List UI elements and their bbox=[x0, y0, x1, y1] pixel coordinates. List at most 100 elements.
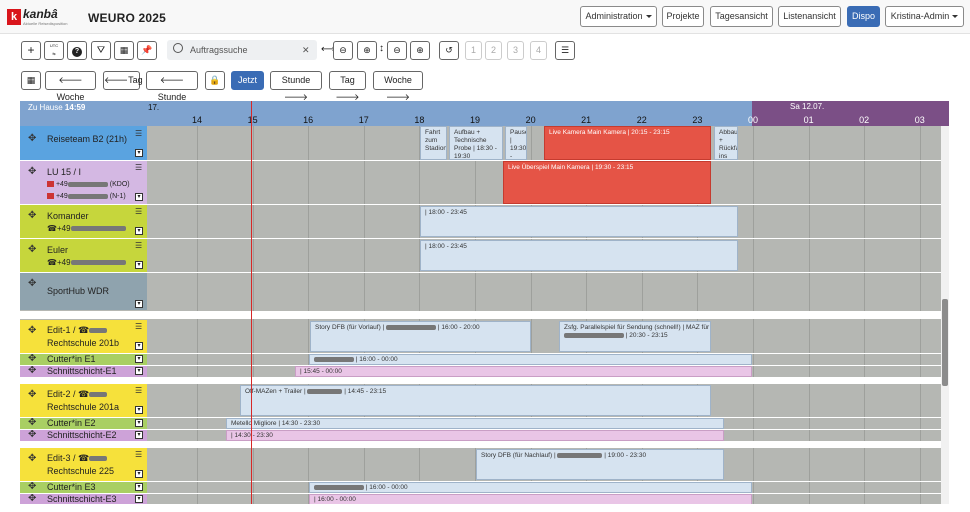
expand-icon[interactable]: ▾ bbox=[135, 342, 143, 350]
logo-icon[interactable]: k bbox=[7, 9, 21, 25]
row-label[interactable]: ✥ Euler ☎+49 ☰ ▾ bbox=[20, 239, 147, 272]
event-block[interactable]: Live Kamera Main Kamera | 20:15 - 23:15 bbox=[544, 126, 711, 160]
listenansicht-button[interactable]: Listenansicht bbox=[778, 6, 841, 27]
projekte-button[interactable]: Projekte bbox=[662, 6, 704, 27]
event-block[interactable]: Off-MAZen + Trailer | | 14:45 - 23:15 bbox=[240, 385, 711, 416]
user-menu[interactable]: Kristina-Admin bbox=[885, 6, 964, 27]
row-label[interactable]: ✥ Komander ☎+49 ☰ ▾ bbox=[20, 205, 147, 238]
event-block[interactable]: | 18:00 - 23:45 bbox=[420, 206, 738, 237]
menu-icon[interactable]: ☰ bbox=[135, 130, 143, 138]
day-2-button[interactable]: 2 bbox=[485, 41, 502, 60]
expand-icon[interactable]: ▾ bbox=[135, 193, 143, 201]
hour-forward-button[interactable]: Stunde 🡒 bbox=[270, 71, 322, 102]
menu-icon[interactable]: ☰ bbox=[135, 208, 143, 216]
expand-icon[interactable]: ▾ bbox=[135, 483, 143, 491]
add-button[interactable]: + bbox=[21, 41, 41, 60]
utc-toggle[interactable]: UTC ⇆ bbox=[44, 41, 64, 60]
event-block[interactable]: | 18:00 - 23:45 bbox=[420, 240, 738, 271]
event-block[interactable]: Story DFB (für Nachlauf) | | 19:00 - 23:… bbox=[476, 449, 724, 480]
row-label[interactable]: ✥ Schnittschicht-E2 ▾ bbox=[20, 430, 147, 441]
grid-button[interactable]: ▦ bbox=[114, 41, 134, 60]
resize-vertical-icon[interactable]: ↕ bbox=[379, 43, 384, 54]
move-icon[interactable]: ✥ bbox=[28, 454, 38, 464]
logo-text[interactable]: kanbâ bbox=[23, 7, 58, 21]
row-label[interactable]: ✥ Cutter*in E1 ▾ bbox=[20, 354, 147, 365]
move-icon[interactable]: ✥ bbox=[28, 494, 38, 504]
move-icon[interactable]: ✥ bbox=[28, 430, 38, 440]
event-block[interactable]: Fahrt zum Stadion bbox=[420, 126, 447, 160]
zoom-in-vertical-button[interactable]: ⊕ bbox=[410, 41, 430, 60]
event-block[interactable]: Zsfg. Parallelspiel für Sendung (schnell… bbox=[559, 321, 711, 352]
event-block[interactable]: Metello Migliore | 14:30 - 23:30 bbox=[226, 418, 724, 429]
now-button[interactable]: Jetzt bbox=[231, 71, 264, 90]
menu-icon[interactable]: ☰ bbox=[135, 323, 143, 331]
move-icon[interactable]: ✥ bbox=[28, 390, 38, 400]
move-icon[interactable]: ✥ bbox=[28, 211, 38, 221]
tagesansicht-button[interactable]: Tagesansicht bbox=[710, 6, 773, 27]
expand-icon[interactable]: ▾ bbox=[135, 149, 143, 157]
event-block[interactable]: Live Überspiel Main Kamera | 19:30 - 23:… bbox=[503, 161, 711, 204]
row-label[interactable]: ✥ Edit-2 / ☎ Rechtschule 201a ☰ ▾ bbox=[20, 384, 147, 417]
row-label[interactable]: ✥ Edit-1 / ☎ Rechtschule 201b ☰ ▾ bbox=[20, 320, 147, 353]
expand-icon[interactable]: ▾ bbox=[135, 495, 143, 503]
day-back-button[interactable]: 🡐Tag bbox=[103, 71, 143, 90]
menu-icon[interactable]: ☰ bbox=[135, 164, 143, 172]
move-icon[interactable]: ✥ bbox=[28, 366, 38, 376]
event-block[interactable]: Abbau + Rückfahrt ins Hotel bbox=[714, 126, 738, 160]
event-block[interactable]: Story DFB (für Vorlauf) | | 16:00 - 20:0… bbox=[310, 321, 531, 352]
week-forward-button[interactable]: Woche 🡒 bbox=[373, 71, 423, 102]
zoom-in-horizontal-button[interactable]: ⊕ bbox=[357, 41, 377, 60]
refresh-button[interactable]: ↺ bbox=[439, 41, 459, 60]
menu-icon[interactable]: ☰ bbox=[135, 451, 143, 459]
row-label[interactable]: ✥ Schnittschicht-E1 ▾ bbox=[20, 366, 147, 377]
zoom-out-vertical-button[interactable]: ⊖ bbox=[387, 41, 407, 60]
week-back-button[interactable]: 🡐 Woche bbox=[45, 71, 96, 102]
move-icon[interactable]: ✥ bbox=[28, 245, 38, 255]
expand-icon[interactable]: ▾ bbox=[135, 419, 143, 427]
row-label[interactable]: ✥ Schnittschicht-E3 ▾ bbox=[20, 494, 147, 504]
move-icon[interactable]: ✥ bbox=[28, 279, 38, 289]
row-label[interactable]: ✥ Cutter*in E2 ▾ bbox=[20, 418, 147, 429]
event-block[interactable]: | 14:30 - 23:30 bbox=[226, 430, 724, 441]
zoom-out-horizontal-button[interactable]: ⊖ bbox=[333, 41, 353, 60]
row-label[interactable]: ✥ Reiseteam B2 (21h) ☰ ▾ bbox=[20, 126, 147, 160]
day-3-button[interactable]: 3 bbox=[507, 41, 524, 60]
row-label[interactable]: ✥ SportHub WDR ▾ bbox=[20, 273, 147, 310]
expand-icon[interactable]: ▾ bbox=[135, 431, 143, 439]
event-block[interactable]: | 16:00 - 00:00 bbox=[309, 482, 752, 493]
scrollbar-thumb[interactable] bbox=[942, 299, 948, 386]
menu-icon[interactable]: ☰ bbox=[135, 387, 143, 395]
clear-search-icon[interactable]: ✕ bbox=[302, 45, 310, 56]
move-icon[interactable]: ✥ bbox=[28, 326, 38, 336]
day-1-button[interactable]: 1 bbox=[465, 41, 482, 60]
vertical-scrollbar[interactable] bbox=[941, 126, 949, 504]
search-input[interactable]: Auftragssuche bbox=[190, 45, 248, 55]
expand-icon[interactable]: ▾ bbox=[135, 355, 143, 363]
list-button[interactable]: ☰ bbox=[555, 41, 575, 60]
event-block[interactable]: | 16:00 - 00:00 bbox=[309, 494, 752, 504]
move-icon[interactable]: ✥ bbox=[28, 418, 38, 428]
calendar-button[interactable]: ▦ bbox=[21, 71, 41, 90]
dispo-button[interactable]: Dispo bbox=[847, 6, 880, 27]
pin-button[interactable]: 📌 bbox=[137, 41, 157, 60]
move-icon[interactable]: ✥ bbox=[28, 134, 38, 144]
row-label[interactable]: ✥ LU 15 / I +49 (KDO) +49 (N-1) ☰ ▾ bbox=[20, 161, 147, 204]
event-block[interactable]: Pause | 19:30 - 20:00 bbox=[505, 126, 527, 160]
row-label[interactable]: ✥ Edit-3 / ☎ Rechtschule 225 ☰ ▾ bbox=[20, 448, 147, 481]
move-icon[interactable]: ✥ bbox=[28, 167, 38, 177]
event-block[interactable]: | 15:45 - 00:00 bbox=[295, 366, 752, 377]
administration-menu[interactable]: Administration bbox=[580, 6, 657, 27]
filter-button[interactable]: ⛛ bbox=[91, 41, 111, 60]
move-icon[interactable]: ✥ bbox=[28, 482, 38, 492]
expand-icon[interactable]: ▾ bbox=[135, 406, 143, 414]
lock-button[interactable]: 🔒 bbox=[205, 71, 225, 90]
expand-icon[interactable]: ▾ bbox=[135, 227, 143, 235]
event-block[interactable]: | 16:00 - 00:00 bbox=[309, 354, 752, 365]
day-forward-button[interactable]: Tag 🡒 bbox=[329, 71, 366, 102]
expand-icon[interactable]: ▾ bbox=[135, 300, 143, 308]
menu-icon[interactable]: ☰ bbox=[135, 242, 143, 250]
hour-back-button[interactable]: 🡐 Stunde bbox=[146, 71, 198, 102]
help-button[interactable]: ? bbox=[67, 41, 87, 60]
expand-icon[interactable]: ▾ bbox=[135, 367, 143, 375]
day-4-button[interactable]: 4 bbox=[530, 41, 547, 60]
